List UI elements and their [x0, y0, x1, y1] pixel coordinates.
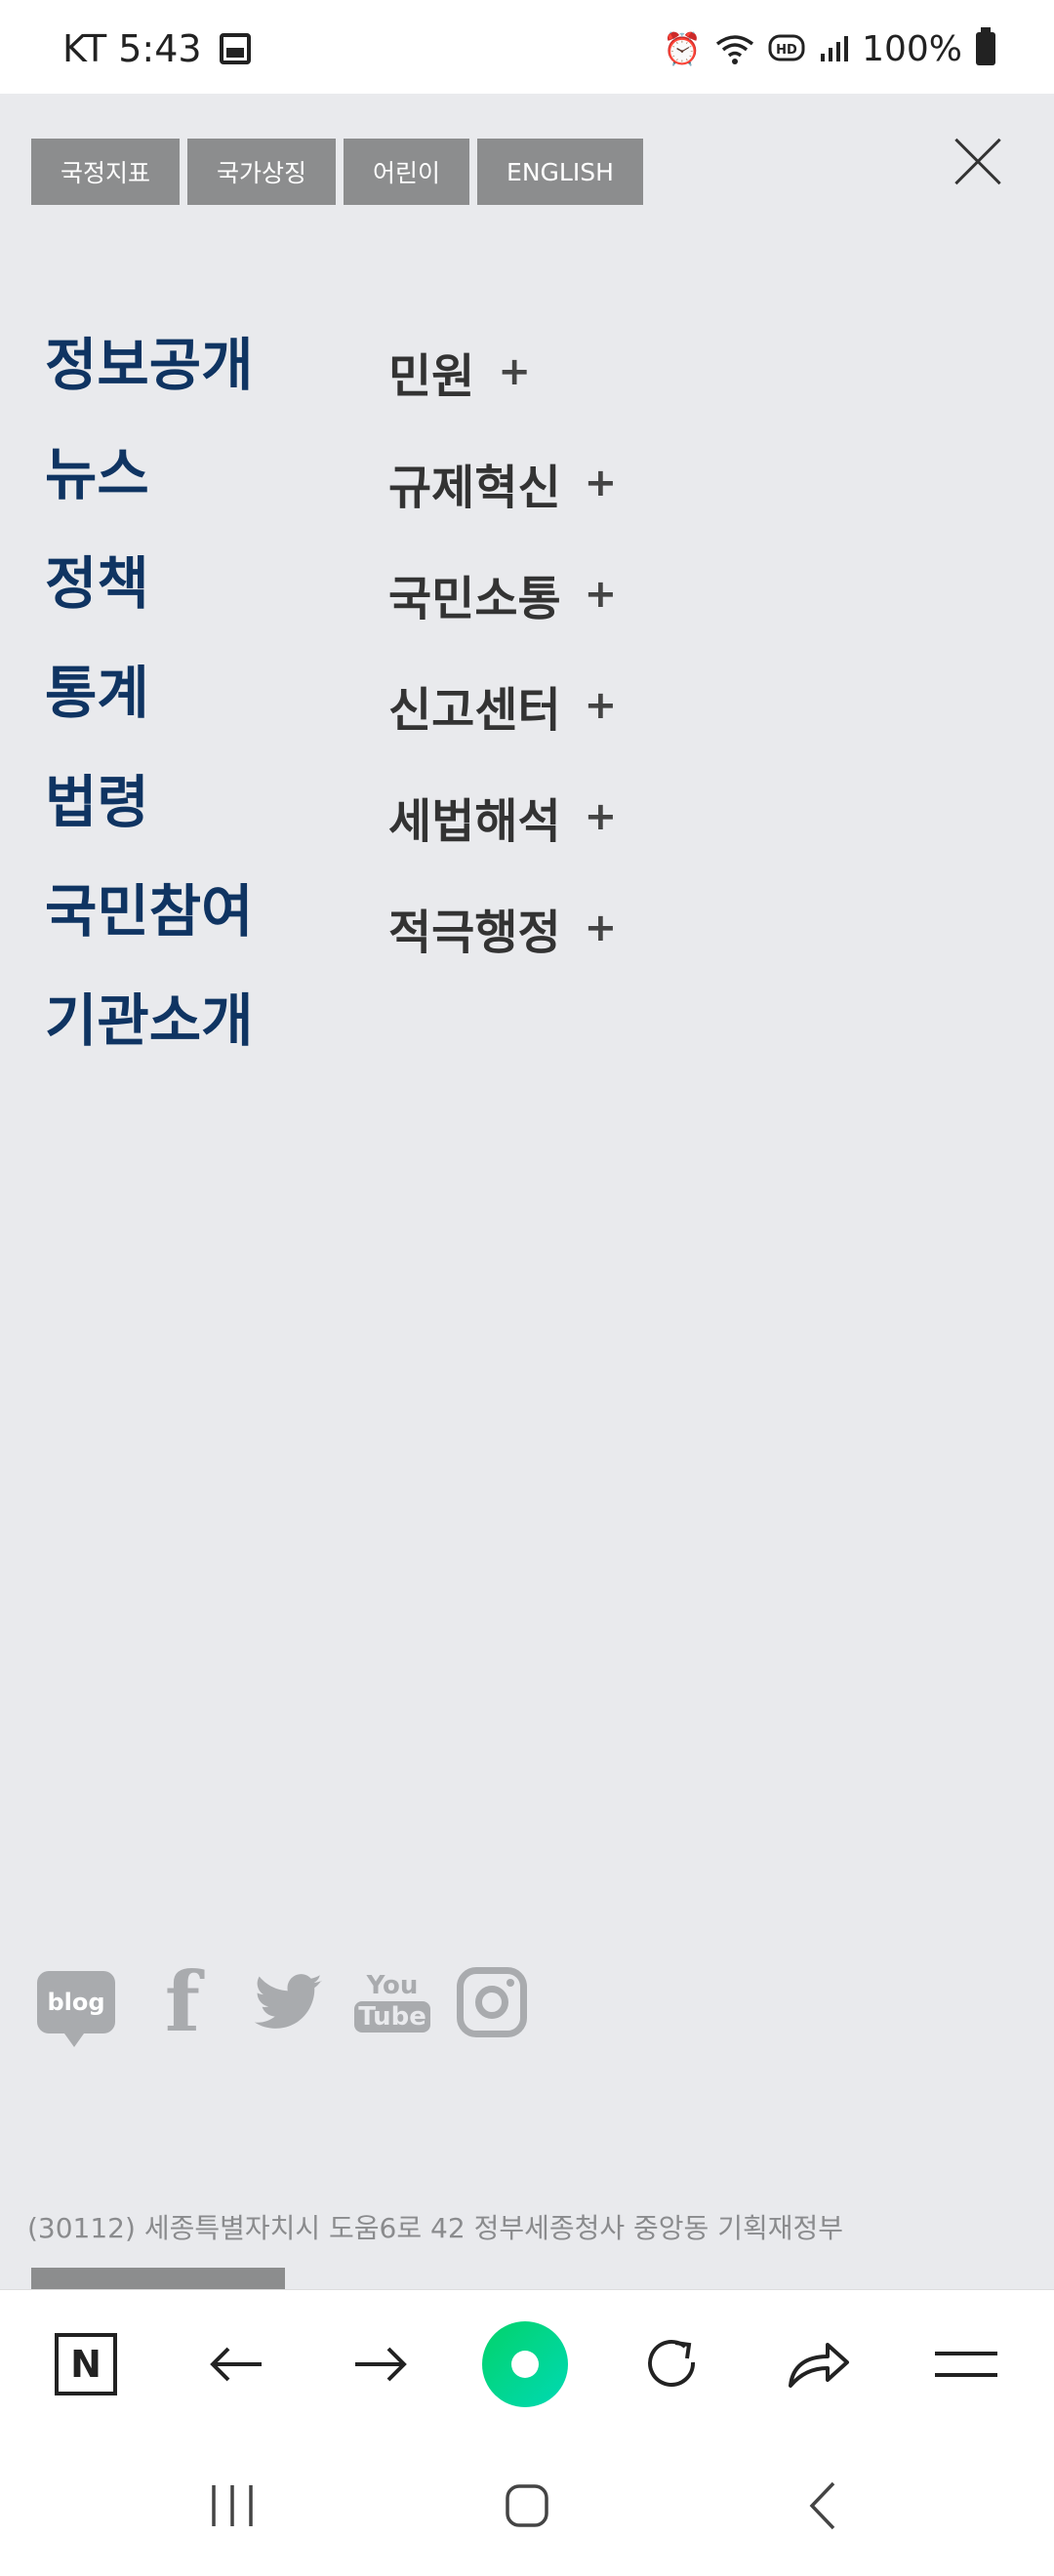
plus-icon[interactable]: +: [585, 683, 618, 728]
sub-menu-item-proactive-administration[interactable]: 적극행정 +: [388, 872, 617, 984]
wifi-icon: [716, 35, 754, 64]
recent-apps-icon[interactable]: [193, 2475, 271, 2537]
facebook-icon[interactable]: f: [148, 1953, 217, 2050]
plus-icon[interactable]: +: [585, 461, 618, 505]
instagram-icon[interactable]: [457, 1967, 527, 2037]
alarm-icon: ⏰: [663, 30, 703, 67]
sub-menu-item-label: 국민소통: [388, 572, 561, 626]
back-arrow-icon[interactable]: [197, 2325, 275, 2403]
home-letter: N: [70, 2343, 101, 2386]
plus-icon[interactable]: +: [585, 906, 618, 950]
sub-menu-item-label: 규제혁신: [388, 461, 561, 515]
twitter-icon[interactable]: [250, 1963, 328, 2041]
blog-icon[interactable]: blog: [37, 1971, 115, 2047]
gallery-icon: [219, 33, 251, 64]
status-right: ⏰ HD 100%: [663, 27, 995, 69]
main-menu: 정보공개 뉴스 정책 통계 법령 국민참여 기관소개: [45, 310, 253, 1075]
sub-menu-item-civil-petition[interactable]: 민원 +: [388, 316, 617, 427]
main-menu-item-statistics[interactable]: 통계: [45, 638, 253, 747]
sub-menu: 민원 + 규제혁신 + 국민소통 + 신고센터 + 세법해석 + 적극행정 +: [388, 316, 617, 984]
tab-national-symbols[interactable]: 국가상징: [187, 139, 337, 205]
youtube-icon[interactable]: You Tube: [354, 1963, 430, 2041]
battery-percent: 100%: [862, 28, 962, 69]
signal-icon: [821, 36, 849, 61]
status-bar: KT 5:43 ⏰ HD 100%: [0, 0, 1054, 94]
footer-address: (30112) 세종특별자치시 도움6로 42 정부세종청사 중앙동 기획재정부: [27, 2212, 844, 2244]
main-menu-item-news[interactable]: 뉴스: [45, 420, 253, 529]
browser-toolbar: N: [0, 2289, 1054, 2435]
main-menu-item-info-disclosure[interactable]: 정보공개: [45, 310, 253, 420]
sub-menu-item-regulatory-innovation[interactable]: 규제혁신 +: [388, 427, 617, 539]
sub-menu-item-label: 세법해석: [388, 794, 561, 849]
home-square-icon[interactable]: [488, 2475, 566, 2537]
tab-english[interactable]: ENGLISH: [477, 139, 643, 205]
top-tabs: 국정지표 국가상징 어린이 ENGLISH: [31, 139, 643, 205]
sub-menu-item-label: 신고센터: [388, 683, 561, 738]
sub-menu-item-label: 민원: [388, 349, 475, 404]
youtube-icon-top: You: [366, 1971, 419, 2000]
share-arrow-icon[interactable]: [779, 2325, 857, 2403]
battery-icon: [976, 27, 995, 65]
naver-n-icon: N: [55, 2333, 117, 2395]
green-dot-button[interactable]: [482, 2321, 568, 2407]
sub-menu-item-tax-interpretation[interactable]: 세법해석 +: [388, 761, 617, 872]
nav-back-icon[interactable]: [783, 2475, 861, 2537]
main-menu-item-laws[interactable]: 법령: [45, 747, 253, 857]
sub-menu-item-label: 적극행정: [388, 906, 561, 960]
main-menu-item-participation[interactable]: 국민참여: [45, 857, 253, 966]
tab-kids[interactable]: 어린이: [344, 139, 470, 205]
hamburger-menu-icon[interactable]: [927, 2325, 1005, 2403]
close-icon[interactable]: [953, 137, 1003, 187]
main-menu-item-about[interactable]: 기관소개: [45, 966, 253, 1075]
youtube-icon-bottom: Tube: [354, 2001, 430, 2033]
refresh-icon[interactable]: [632, 2325, 710, 2403]
facebook-icon-text: f: [164, 1953, 201, 2050]
forward-arrow-icon[interactable]: [342, 2325, 420, 2403]
tab-national-agenda[interactable]: 국정지표: [31, 139, 181, 205]
plus-icon[interactable]: +: [498, 349, 531, 394]
blog-icon-text: blog: [47, 1989, 105, 2016]
menu-panel: 국정지표 국가상징 어린이 ENGLISH 정보공개 뉴스 정책 통계 법령 국…: [0, 94, 1054, 2334]
carrier-time: KT 5:43: [62, 27, 202, 70]
sub-menu-item-public-communication[interactable]: 국민소통 +: [388, 539, 617, 650]
green-dot-icon: [482, 2321, 568, 2407]
main-menu-item-policy[interactable]: 정책: [45, 529, 253, 638]
naver-home-button[interactable]: N: [47, 2325, 125, 2403]
svg-text:HD: HD: [776, 43, 797, 58]
sub-menu-item-report-center[interactable]: 신고센터 +: [388, 650, 617, 761]
system-nav-bar: [0, 2435, 1054, 2576]
plus-icon[interactable]: +: [585, 572, 618, 617]
status-left: KT 5:43: [62, 27, 251, 70]
hd-icon: HD: [768, 34, 805, 61]
social-links: blog f You Tube: [37, 1953, 560, 2050]
plus-icon[interactable]: +: [585, 794, 618, 839]
